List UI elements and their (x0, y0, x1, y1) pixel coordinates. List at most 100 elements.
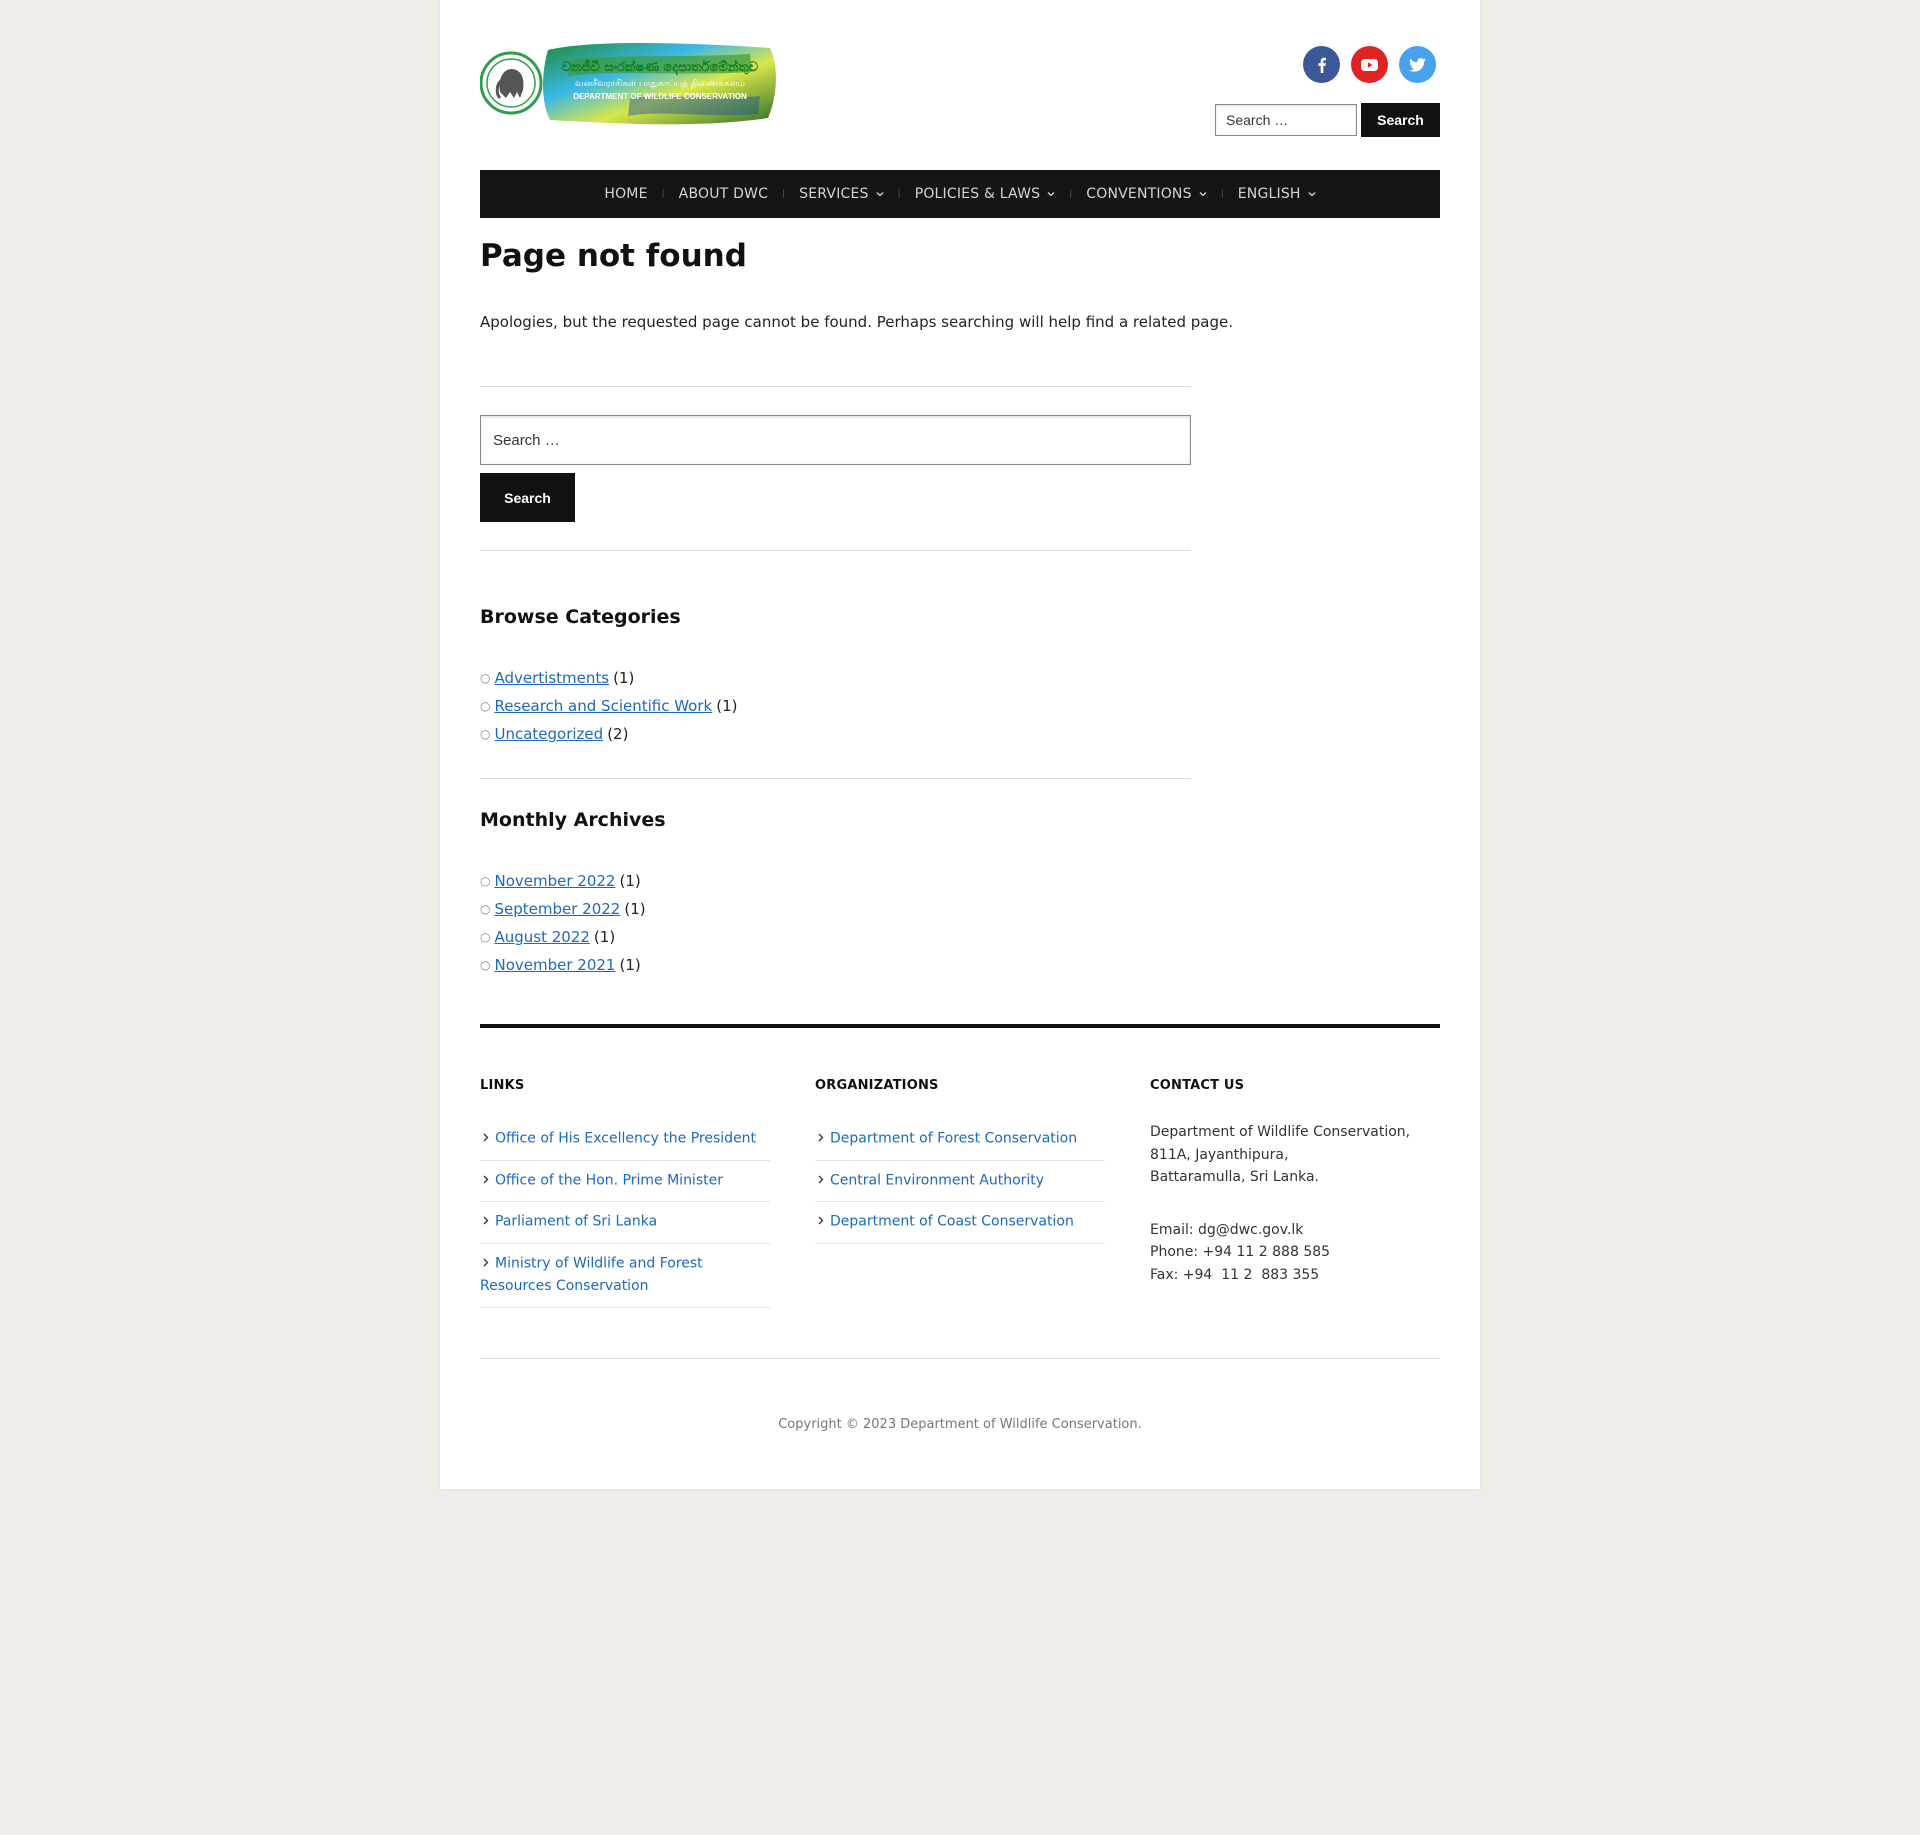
nav-separator: | (661, 189, 665, 199)
archive-count: (1) (593, 928, 616, 946)
archive-count: (1) (619, 872, 641, 890)
footer-org-link[interactable]: Department of Forest Conservation (815, 1119, 1105, 1161)
category-count: (1) (613, 669, 635, 687)
facebook-icon (1317, 57, 1326, 73)
chevron-right-icon (818, 1210, 824, 1233)
category-count: (1) (716, 697, 738, 715)
page-container: වනජීවී සංරක්ෂණ දෙපාර්තමේන්තුව வனசீவராசிக… (440, 0, 1480, 1489)
footer-link-label: Parliament of Sri Lanka (495, 1213, 658, 1230)
divider (480, 550, 1191, 551)
footer-org-link[interactable]: Central Environment Authority (815, 1161, 1105, 1202)
categories-title: Browse Categories (480, 606, 681, 628)
nav-item-home[interactable]: HOME (604, 186, 647, 202)
archives-list: ○ November 2022 (1) ○ September 2022 (1) ○ Au… (480, 867, 646, 979)
address-line: Department of Wildlife Conservation, (1150, 1124, 1411, 1140)
footer-link-label: Office of His Excellency the President (495, 1130, 757, 1147)
category-item: ○ Research and Scientific Work (1) (480, 692, 737, 720)
main-search-button[interactable]: Search (480, 473, 575, 522)
archive-link[interactable]: August 2022 (494, 923, 589, 951)
social-links (1303, 46, 1436, 83)
youtube-link[interactable] (1351, 46, 1388, 83)
archive-link[interactable]: September 2022 (494, 895, 620, 923)
circle-bullet-icon: ○ (480, 671, 491, 685)
nav-label: ABOUT DWC (678, 186, 769, 202)
chevron-down-icon (1199, 191, 1207, 197)
chevron-right-icon (818, 1127, 824, 1150)
footer-divider (480, 1024, 1440, 1028)
footer-link-label: Ministry of Wildlife and Forest Resource… (480, 1255, 703, 1294)
category-link[interactable]: Advertistments (494, 664, 609, 692)
circle-bullet-icon: ○ (480, 699, 491, 713)
nav-separator: | (1069, 189, 1073, 199)
chevron-down-icon (1308, 191, 1316, 197)
category-link[interactable]: Uncategorized (494, 720, 603, 748)
nav-label: ENGLISH (1237, 186, 1301, 202)
footer-org-label: Department of Forest Conservation (830, 1130, 1078, 1147)
not-found-message: Apologies, but the requested page cannot… (480, 313, 1233, 331)
main-search-input[interactable] (480, 415, 1191, 465)
circle-bullet-icon: ○ (480, 958, 491, 972)
header-search-form: Search (1215, 103, 1440, 137)
archive-item: ○ November 2021 (1) (480, 951, 646, 979)
archive-item: ○ November 2022 (1) (480, 867, 646, 895)
contact-address: Department of Wildlife Conservation, 811… (1150, 1121, 1440, 1189)
footer-organizations-column: ORGANIZATIONS Department of Forest Conse… (815, 1078, 1105, 1244)
chevron-down-icon (1047, 191, 1055, 197)
contact-details: Email: dg@dwc.gov.lk Phone: +94 11 2 888… (1150, 1219, 1440, 1287)
footer-contact-title: CONTACT US (1150, 1078, 1245, 1093)
twitter-icon (1409, 57, 1426, 72)
categories-list: ○ Advertistments (1) ○ Research and Scienti… (480, 664, 737, 748)
footer-link-label: Office of the Hon. Prime Minister (495, 1172, 723, 1188)
footer-link[interactable]: Parliament of Sri Lanka (480, 1202, 770, 1244)
nav-separator: | (897, 189, 901, 199)
archive-count: (1) (624, 900, 646, 918)
nav-label: SERVICES (799, 186, 869, 202)
archive-link[interactable]: November 2021 (494, 951, 615, 979)
address-line: Battaramulla, Sri Lanka. (1150, 1169, 1319, 1185)
circle-bullet-icon: ○ (480, 902, 491, 916)
logo-line-sinhala: වනජීවී සංරක්ෂණ දෙපාර්තමේන්තුව (562, 58, 759, 76)
category-item: ○ Uncategorized (2) (480, 720, 737, 748)
category-item: ○ Advertistments (1) (480, 664, 737, 692)
nav-item-conventions[interactable]: CONVENTIONS (1086, 186, 1207, 202)
archive-link[interactable]: November 2022 (494, 867, 615, 895)
dwc-logo[interactable]: වනජීවී සංරක්ෂණ දෙපාර්තමේන්තුව வனசீவராசிக… (480, 40, 778, 126)
nav-item-about-dwc[interactable]: ABOUT DWC (679, 186, 768, 202)
youtube-icon (1361, 58, 1378, 71)
archive-item: ○ September 2022 (1) (480, 895, 646, 923)
footer-link[interactable]: Office of His Excellency the President (480, 1119, 770, 1161)
footer-organizations-title: ORGANIZATIONS (815, 1078, 939, 1093)
footer-links-column: LINKS Office of His Excellency the Presi… (480, 1078, 770, 1308)
nav-separator: | (782, 189, 786, 199)
chevron-right-icon (483, 1252, 489, 1275)
footer-org-label: Central Environment Authority (830, 1172, 1045, 1188)
footer-org-link[interactable]: Department of Coast Conservation (815, 1202, 1105, 1244)
archives-title: Monthly Archives (480, 809, 666, 831)
header-search-button[interactable]: Search (1361, 103, 1440, 137)
page-title: Page not found (480, 238, 747, 274)
footer-link[interactable]: Office of the Hon. Prime Minister (480, 1161, 770, 1202)
nav-item-policies-laws[interactable]: POLICIES & LAWS (915, 186, 1056, 202)
chevron-right-icon (483, 1169, 489, 1192)
divider (480, 386, 1191, 387)
logo-line-tamil: வனசீவராசிகள் பாதுகாப்புத் திணைக்களம் (575, 79, 745, 89)
footer-links-list: Office of His Excellency the President O… (480, 1119, 770, 1308)
nav-item-english[interactable]: ENGLISH (1238, 186, 1316, 202)
contact-phone: Phone: +94 11 2 888 585 (1150, 1244, 1331, 1260)
nav-label: POLICIES & LAWS (914, 186, 1041, 202)
nav-label: CONVENTIONS (1086, 186, 1192, 202)
nav-item-services[interactable]: SERVICES (799, 186, 884, 202)
chevron-right-icon (483, 1127, 489, 1150)
header-search-input[interactable] (1215, 104, 1357, 136)
category-link[interactable]: Research and Scientific Work (494, 692, 712, 720)
contact-email: Email: dg@dwc.gov.lk (1150, 1221, 1304, 1238)
chevron-right-icon (483, 1210, 489, 1233)
twitter-link[interactable] (1399, 46, 1436, 83)
facebook-link[interactable] (1303, 46, 1340, 83)
main-navigation: HOME | ABOUT DWC | SERVICES | POLICIES &… (480, 170, 1440, 218)
chevron-right-icon (818, 1169, 824, 1192)
archive-item: ○ August 2022 (1) (480, 923, 646, 951)
nav-separator: | (1220, 189, 1224, 199)
contact-fax: Fax: +94 11 2 883 355 (1150, 1266, 1320, 1283)
footer-link[interactable]: Ministry of Wildlife and Forest Resource… (480, 1244, 770, 1308)
